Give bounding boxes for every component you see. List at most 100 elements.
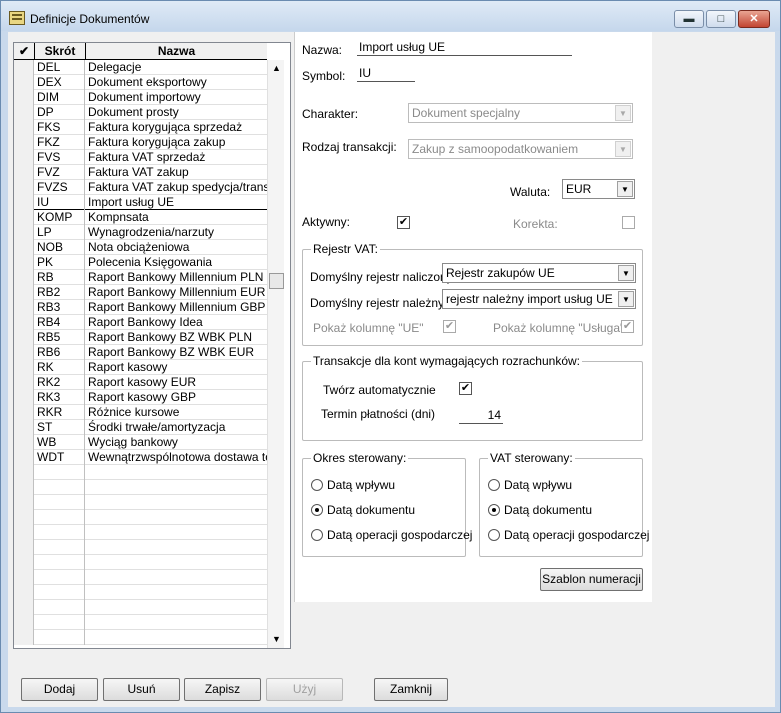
table-row[interactable]: NOB Nota obciążeniowa <box>14 240 267 255</box>
charakter-combo[interactable]: Dokument specjalny ▼ <box>408 103 633 123</box>
nalezny-combo[interactable]: rejestr należny import usług UE ▼ <box>442 289 636 309</box>
vat-radio-1[interactable] <box>488 504 500 516</box>
table-row[interactable]: DIM Dokument importowy <box>14 90 267 105</box>
table-row[interactable]: FVS Faktura VAT sprzedaż <box>14 150 267 165</box>
table-row[interactable]: RB Raport Bankowy Millennium PLN <box>14 270 267 285</box>
vat-radio-label[interactable]: Datą wpływu <box>504 478 572 492</box>
skrot-cell[interactable]: RB2 <box>35 285 85 300</box>
use-button[interactable]: Użyj <box>266 678 343 701</box>
row-indicator[interactable] <box>14 360 34 375</box>
rodzaj-transakcji-combo[interactable]: Zakup z samoopodatkowaniem ▼ <box>408 139 633 159</box>
row-indicator[interactable] <box>14 165 34 180</box>
nazwa-cell[interactable]: Raport Bankowy Idea <box>86 315 267 330</box>
aktywny-checkbox[interactable]: ✔ <box>397 216 410 229</box>
nazwa-cell[interactable]: Środki trwałe/amortyzacja <box>86 420 267 435</box>
okres-radio-2[interactable] <box>311 529 323 541</box>
nazwa-cell[interactable]: Raport Bankowy Millennium GBP <box>86 300 267 315</box>
table-row[interactable]: RB6 Raport Bankowy BZ WBK EUR <box>14 345 267 360</box>
chevron-down-icon[interactable]: ▼ <box>617 181 633 197</box>
skrot-cell[interactable]: NOB <box>35 240 85 255</box>
table-row[interactable]: ST Środki trwałe/amortyzacja <box>14 420 267 435</box>
nazwa-cell[interactable]: Różnice kursowe <box>86 405 267 420</box>
korekta-checkbox[interactable] <box>622 216 635 229</box>
maximize-button[interactable]: □ <box>706 10 736 28</box>
termin-field[interactable]: 14 <box>459 408 503 424</box>
table-row[interactable]: RB5 Raport Bankowy BZ WBK PLN <box>14 330 267 345</box>
naliczony-combo[interactable]: Rejestr zakupów UE ▼ <box>442 263 636 283</box>
skrot-cell[interactable]: ST <box>35 420 85 435</box>
skrot-cell[interactable]: LP <box>35 225 85 240</box>
title-bar[interactable]: Definicje Dokumentów ▬ □ ✕ <box>1 1 780 31</box>
row-indicator[interactable] <box>14 420 34 435</box>
waluta-combo[interactable]: EUR ▼ <box>562 179 635 199</box>
chevron-down-icon[interactable]: ▼ <box>615 105 631 121</box>
close-button[interactable]: ✕ <box>738 10 770 28</box>
table-row[interactable]: FKZ Faktura korygująca zakup <box>14 135 267 150</box>
vat-radio-label[interactable]: Datą dokumentu <box>504 503 592 517</box>
nazwa-column-header[interactable]: Nazwa <box>86 43 267 60</box>
vat-radio-2[interactable] <box>488 529 500 541</box>
table-row[interactable]: DP Dokument prosty <box>14 105 267 120</box>
check-column-header[interactable]: ✔ <box>14 43 35 60</box>
row-indicator[interactable] <box>14 300 34 315</box>
row-indicator[interactable] <box>14 285 34 300</box>
row-indicator[interactable] <box>14 60 34 75</box>
table-row[interactable]: FKS Faktura korygująca sprzedaż <box>14 120 267 135</box>
documents-grid[interactable]: ✔ Skrót Nazwa DEL Delegacje DEX Dokument ek… <box>13 42 291 649</box>
table-row[interactable]: LP Wynagrodzenia/narzuty <box>14 225 267 240</box>
row-indicator[interactable] <box>14 120 34 135</box>
nazwa-cell[interactable]: Faktura VAT zakup <box>86 165 267 180</box>
nazwa-cell[interactable]: Raport Bankowy BZ WBK EUR <box>86 345 267 360</box>
table-row[interactable]: RK Raport kasowy <box>14 360 267 375</box>
delete-button[interactable]: Usuń <box>103 678 180 701</box>
save-button[interactable]: Zapisz <box>184 678 261 701</box>
skrot-cell[interactable]: RB <box>35 270 85 285</box>
skrot-cell[interactable]: WB <box>35 435 85 450</box>
skrot-cell[interactable]: RK2 <box>35 375 85 390</box>
chevron-down-icon[interactable]: ▼ <box>618 265 634 281</box>
okres-radio-label[interactable]: Datą dokumentu <box>327 503 415 517</box>
skrot-cell[interactable]: FKS <box>35 120 85 135</box>
skrot-cell[interactable]: WDT <box>35 450 85 465</box>
nazwa-cell[interactable]: Faktura korygująca zakup <box>86 135 267 150</box>
skrot-cell[interactable]: RK <box>35 360 85 375</box>
nazwa-cell[interactable]: Raport kasowy <box>86 360 267 375</box>
table-row[interactable]: PK Polecenia Księgowania <box>14 255 267 270</box>
row-indicator[interactable] <box>14 255 34 270</box>
table-row[interactable]: KOMP Kompnsata <box>14 210 267 225</box>
close-dialog-button[interactable]: Zamknij <box>374 678 448 701</box>
okres-radio-0[interactable] <box>311 479 323 491</box>
nazwa-cell[interactable]: Wyciąg bankowy <box>86 435 267 450</box>
nazwa-cell[interactable]: Dokument prosty <box>86 105 267 120</box>
scroll-down-arrow[interactable]: ▼ <box>268 631 285 648</box>
nazwa-field[interactable]: Import usług UE <box>357 40 572 56</box>
nazwa-cell[interactable]: Wewnątrzwspólnotowa dostawa tow <box>86 450 267 465</box>
skrot-column-header[interactable]: Skrót <box>35 43 86 60</box>
row-indicator[interactable] <box>14 150 34 165</box>
nazwa-cell[interactable]: Faktura korygująca sprzedaż <box>86 120 267 135</box>
row-indicator[interactable] <box>14 405 34 420</box>
chevron-down-icon[interactable]: ▼ <box>615 141 631 157</box>
skrot-cell[interactable]: FVS <box>35 150 85 165</box>
table-row[interactable]: RB3 Raport Bankowy Millennium GBP <box>14 300 267 315</box>
okres-radio-label[interactable]: Datą wpływu <box>327 478 395 492</box>
nazwa-cell[interactable]: Faktura VAT zakup spedycja/transpo <box>86 180 267 195</box>
table-row[interactable]: WB Wyciąg bankowy <box>14 435 267 450</box>
row-indicator[interactable] <box>14 375 34 390</box>
show-ue-checkbox[interactable]: ✔ <box>443 320 456 333</box>
symbol-field[interactable]: IU <box>357 66 415 82</box>
row-indicator[interactable] <box>14 450 34 465</box>
skrot-cell[interactable]: RKR <box>35 405 85 420</box>
table-row[interactable]: IU Import usług UE <box>14 195 267 210</box>
nazwa-cell[interactable]: Raport kasowy GBP <box>86 390 267 405</box>
row-indicator[interactable] <box>14 240 34 255</box>
nazwa-cell[interactable]: Kompnsata <box>86 210 267 225</box>
row-indicator[interactable] <box>14 315 34 330</box>
nazwa-cell[interactable]: Nota obciążeniowa <box>86 240 267 255</box>
skrot-cell[interactable]: RB6 <box>35 345 85 360</box>
skrot-cell[interactable]: FVZ <box>35 165 85 180</box>
table-row[interactable]: FVZS Faktura VAT zakup spedycja/transpo <box>14 180 267 195</box>
row-indicator[interactable] <box>14 210 34 225</box>
table-row[interactable]: DEX Dokument eksportowy <box>14 75 267 90</box>
chevron-down-icon[interactable]: ▼ <box>618 291 634 307</box>
